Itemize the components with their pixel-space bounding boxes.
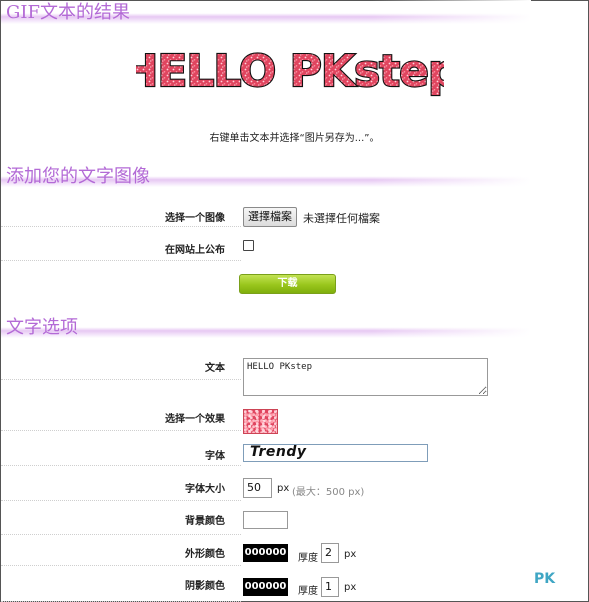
outline-unit: px: [344, 549, 357, 560]
font-size-input[interactable]: 50: [243, 478, 272, 498]
shadow-thickness-label: 厚度: [298, 586, 318, 597]
outline-color-input[interactable]: 000000: [243, 544, 288, 562]
outline-thickness-input[interactable]: 2: [321, 543, 339, 563]
row-choose-image: 选择一个图像: [1, 198, 241, 227]
outline-thickness-label: 厚度: [298, 553, 318, 564]
row-shadow-color: 阴影颜色: [1, 565, 241, 602]
font-select[interactable]: Trendy: [243, 444, 428, 462]
outline-color-label: 外形颜色: [185, 549, 225, 560]
choose-image-label: 选择一个图像: [165, 213, 225, 224]
section-title-result: GIF文本的结果: [6, 2, 130, 23]
row-publish: 在网站上公布: [1, 226, 241, 261]
watermark-logo: PK: [534, 571, 556, 587]
row-font: 字体: [1, 430, 241, 466]
shadow-unit: px: [344, 582, 357, 593]
font-size-hint: (最大：500 px): [292, 487, 365, 498]
row-effect: 选择一个效果: [1, 379, 241, 431]
section-title-add: 添加您的文字图像: [6, 166, 150, 187]
section-title-options: 文字选项: [6, 317, 78, 338]
gif-result-image[interactable]: HELLO PKstep: [120, 38, 460, 100]
shadow-color-label: 阴影颜色: [185, 581, 225, 592]
bg-color-input[interactable]: [243, 511, 288, 529]
section-header-options: [1, 314, 531, 338]
effect-swatch[interactable]: [243, 409, 278, 434]
publish-checkbox[interactable]: [243, 240, 254, 251]
shadow-color-input[interactable]: 000000: [243, 578, 288, 596]
font-label: 字体: [205, 451, 225, 462]
choose-file-button[interactable]: 選擇檔案: [243, 207, 297, 227]
shadow-thickness-input[interactable]: 1: [321, 577, 339, 597]
font-size-label: 字体大小: [185, 484, 225, 495]
file-status-text: 未選擇任何檔案: [303, 212, 380, 225]
bg-color-label: 背景颜色: [185, 516, 225, 527]
row-font-size: 字体大小: [1, 465, 241, 501]
gif-result-text: HELLO PKstep: [136, 46, 444, 97]
font-preview: Trendy: [250, 444, 307, 460]
text-input[interactable]: HELLO PKstep: [243, 358, 488, 396]
download-button[interactable]: 下载: [239, 274, 336, 294]
row-text: 文本: [1, 346, 241, 380]
effect-label: 选择一个效果: [165, 414, 225, 425]
row-outline-color: 外形颜色: [1, 534, 241, 566]
publish-label: 在网站上公布: [165, 245, 225, 256]
save-caption: 右键单击文本并选择“图片另存为...”。: [209, 133, 380, 144]
row-bg-color: 背景颜色: [1, 500, 241, 535]
font-size-unit: px: [277, 483, 290, 494]
text-label: 文本: [205, 363, 225, 374]
